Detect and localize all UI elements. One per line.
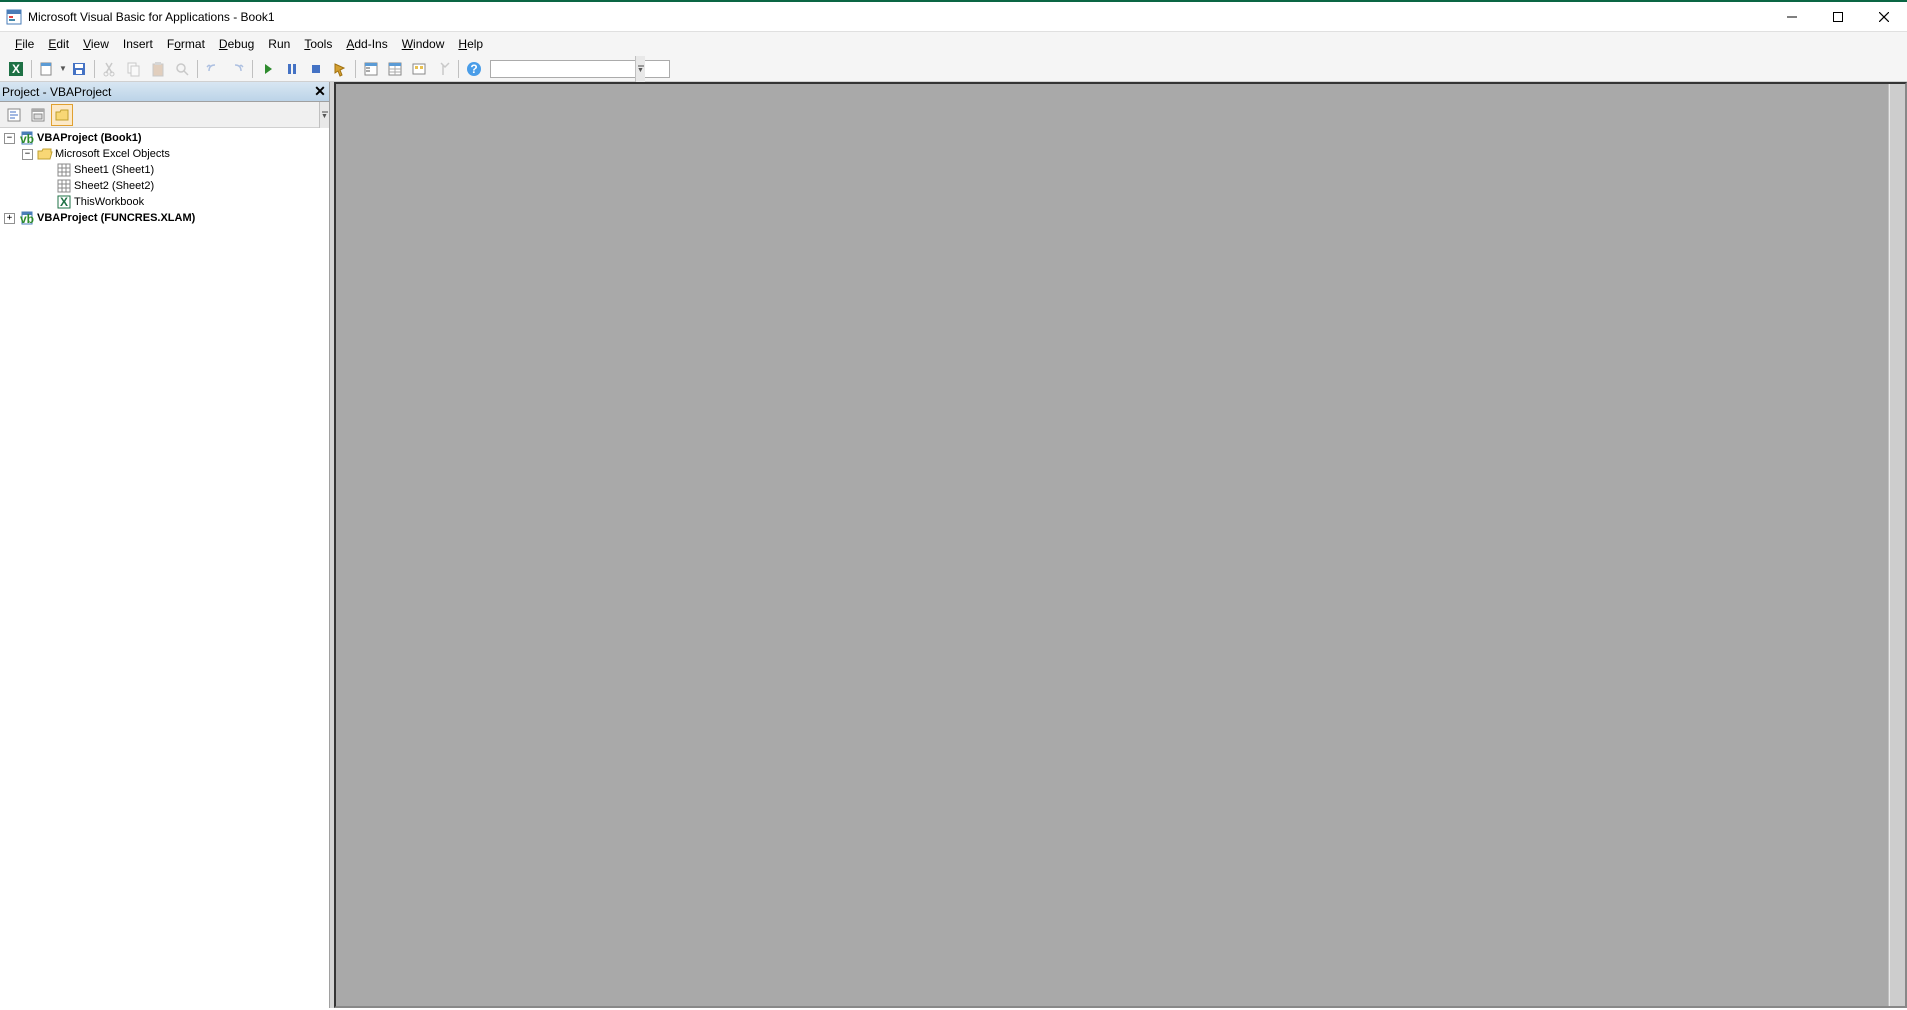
tree-label: ThisWorkbook [74,196,144,208]
toolbar-separator [355,60,356,78]
properties-window-button[interactable] [384,58,406,80]
tree-label: Sheet2 (Sheet2) [74,180,154,192]
menu-tools[interactable]: Tools [297,34,339,54]
project-panel-toolbar: ▼ [0,102,329,128]
project-panel-header[interactable]: Project - VBAProject ✕ [0,82,329,102]
mdi-client-area [334,82,1907,1008]
svg-text:vb: vb [20,132,34,146]
view-code-button[interactable] [3,104,25,126]
tree-node-sheet2[interactable]: Sheet2 (Sheet2) [2,178,327,194]
design-mode-button[interactable] [329,58,351,80]
toolbar-separator [31,60,32,78]
window-title: Microsoft Visual Basic for Applications … [28,10,275,24]
vba-project-icon: vb [19,130,35,146]
menu-format[interactable]: Format [160,34,212,54]
menu-addins[interactable]: Add-Ins [339,34,394,54]
break-button[interactable] [281,58,303,80]
menu-run[interactable]: Run [261,34,297,54]
tree-node-thisworkbook[interactable]: X ThisWorkbook [2,194,327,210]
find-button[interactable] [171,58,193,80]
vba-project-icon: vb [19,210,35,226]
toolbar-separator [252,60,253,78]
insert-dropdown[interactable]: ▼ [59,58,67,80]
minimize-button[interactable] [1769,2,1815,32]
worksheet-icon [56,162,72,178]
svg-text:?: ? [470,62,477,76]
paste-button[interactable] [147,58,169,80]
svg-text:X: X [12,62,20,76]
toolbar-separator [458,60,459,78]
menu-view[interactable]: View [76,34,116,54]
svg-text:X: X [60,195,68,209]
project-panel-close-button[interactable]: ✕ [311,83,329,101]
standard-toolbar: X ▼ [0,56,1907,82]
tree-expand-icon[interactable]: + [4,213,15,224]
save-button[interactable] [68,58,90,80]
menu-file[interactable]: File [8,34,41,54]
view-excel-button[interactable]: X [5,58,27,80]
tree-label: Microsoft Excel Objects [55,148,170,160]
cut-button[interactable] [99,58,121,80]
main-area: Project - VBAProject ✕ ▼ − [0,82,1907,1008]
menu-insert-label: Insert [123,37,153,51]
scrollbar-thumb[interactable] [1890,84,1905,1006]
tree-node-vbaproject-book1[interactable]: − vb VBAProject (Book1) [2,130,327,146]
vba-app-icon [6,9,22,25]
title-bar: Microsoft Visual Basic for Applications … [0,2,1907,32]
tree-node-sheet1[interactable]: Sheet1 (Sheet1) [2,162,327,178]
toolbar-separator [197,60,198,78]
copy-button[interactable] [123,58,145,80]
tree-label: VBAProject (FUNCRES.XLAM) [37,212,195,224]
run-button[interactable] [257,58,279,80]
toggle-folders-button[interactable] [51,104,73,126]
menu-edit[interactable]: Edit [41,34,76,54]
project-explorer-button[interactable] [360,58,382,80]
menu-run-label: Run [268,37,290,51]
svg-text:vb: vb [20,212,34,226]
project-explorer-panel: Project - VBAProject ✕ ▼ − [0,82,330,1008]
maximize-button[interactable] [1815,2,1861,32]
reset-button[interactable] [305,58,327,80]
menu-window[interactable]: Window [395,34,452,54]
project-panel-title: Project - VBAProject [2,85,311,99]
project-tree[interactable]: − vb VBAProject (Book1) − Microsoft Exce… [0,128,329,1008]
help-button[interactable]: ? [463,58,485,80]
toolbar-overflow[interactable]: ▼ [635,56,645,82]
tree-label: VBAProject (Book1) [37,132,142,144]
redo-button[interactable] [226,58,248,80]
menu-bar: File Edit View Insert Format Debug Run T… [0,32,1907,56]
undo-button[interactable] [202,58,224,80]
folder-open-icon [37,146,53,162]
tree-collapse-icon[interactable]: − [22,149,33,160]
close-button[interactable] [1861,2,1907,32]
tree-label: Sheet1 (Sheet1) [74,164,154,176]
workbook-icon: X [56,194,72,210]
menu-insert[interactable]: Insert [116,34,160,54]
tree-node-excel-objects[interactable]: − Microsoft Excel Objects [2,146,327,162]
toolbar-separator [94,60,95,78]
project-toolbar-overflow[interactable]: ▼ [319,102,329,128]
mdi-vertical-scrollbar[interactable] [1888,84,1905,1006]
menu-help[interactable]: Help [451,34,490,54]
view-object-button[interactable] [27,104,49,126]
insert-module-button[interactable] [36,58,58,80]
tree-collapse-icon[interactable]: − [4,133,15,144]
tree-node-vbaproject-funcres[interactable]: + vb VBAProject (FUNCRES.XLAM) [2,210,327,226]
toolbox-button[interactable] [432,58,454,80]
menu-debug[interactable]: Debug [212,34,261,54]
worksheet-icon [56,178,72,194]
object-browser-button[interactable] [408,58,430,80]
